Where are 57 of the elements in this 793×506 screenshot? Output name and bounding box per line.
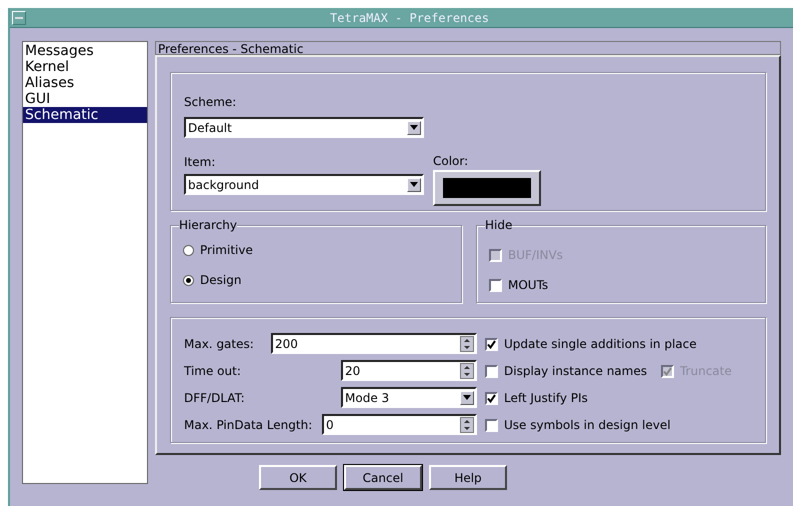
spin-icon bbox=[463, 418, 471, 430]
color-label: Color: bbox=[433, 153, 470, 166]
dialog-button[interactable]: Cancel bbox=[344, 465, 422, 490]
caret-icon bbox=[463, 395, 471, 400]
category-item[interactable]: Schematic bbox=[23, 107, 147, 123]
field-label: DFF/DLAT: bbox=[184, 390, 245, 406]
group-title: Hierarchy bbox=[179, 218, 238, 232]
mode-dropdown[interactable]: Mode 3 bbox=[341, 387, 477, 408]
spin-buttons[interactable] bbox=[460, 336, 474, 352]
spin-buttons[interactable] bbox=[460, 362, 474, 378]
checkmark-icon bbox=[662, 366, 672, 376]
category-item[interactable]: Aliases bbox=[23, 75, 147, 91]
category-item[interactable]: GUI bbox=[23, 91, 147, 107]
checkbox-label: Display instance names bbox=[504, 363, 647, 380]
dropdown-arrow-button[interactable] bbox=[460, 390, 474, 404]
checkmark-icon bbox=[487, 394, 496, 402]
dialog-button[interactable]: Help bbox=[429, 465, 507, 490]
radio-button[interactable] bbox=[183, 244, 194, 256]
checkbox-label: Left Justify PIs bbox=[504, 390, 588, 407]
panel-header: Preferences - Schematic bbox=[155, 41, 781, 55]
spin-icon bbox=[463, 338, 471, 350]
caret-icon bbox=[410, 125, 418, 130]
item-dropdown[interactable]: background bbox=[184, 174, 424, 195]
category-item[interactable]: Messages bbox=[23, 43, 147, 59]
category-item[interactable]: Kernel bbox=[23, 59, 147, 75]
checkbox-label: Use symbols in design level bbox=[504, 417, 671, 434]
radio-label: Design bbox=[200, 272, 242, 289]
spin-buttons[interactable] bbox=[460, 416, 474, 432]
field-label: Max. gates: bbox=[184, 336, 254, 352]
checkbox[interactable] bbox=[489, 278, 502, 292]
checkbox-label: Update single additions in place bbox=[504, 336, 697, 353]
field-label: Time out: bbox=[184, 362, 241, 380]
radio-button[interactable] bbox=[183, 274, 194, 286]
checkmark-icon bbox=[487, 340, 496, 348]
field-label: Max. PinData Length: bbox=[184, 416, 312, 434]
checkbox[interactable] bbox=[485, 364, 498, 378]
dialog-button[interactable]: OK bbox=[259, 465, 337, 490]
dropdown-arrow-button[interactable] bbox=[407, 120, 421, 134]
color-button[interactable] bbox=[433, 170, 541, 206]
number-field[interactable]: 200 bbox=[271, 333, 477, 354]
radio-label: Primitive bbox=[200, 242, 253, 259]
checkbox[interactable] bbox=[485, 418, 498, 432]
number-field[interactable]: 0 bbox=[322, 414, 477, 435]
checkbox[interactable] bbox=[485, 338, 498, 350]
window-title: TetraMAX - Preferences bbox=[329, 10, 490, 26]
window-menu-button[interactable] bbox=[12, 10, 26, 24]
spin-icon bbox=[463, 364, 471, 376]
scheme-label: Scheme: bbox=[184, 94, 238, 111]
scheme-dropdown[interactable]: Default bbox=[184, 117, 424, 138]
checkbox-label: MOUTs bbox=[508, 277, 548, 294]
dropdown-arrow-button[interactable] bbox=[407, 178, 421, 192]
checkbox[interactable] bbox=[485, 392, 498, 404]
caret-icon bbox=[410, 182, 418, 187]
group-title: Hide bbox=[485, 218, 512, 232]
minus-icon bbox=[15, 16, 23, 18]
item-label: Item: bbox=[184, 154, 216, 171]
number-field[interactable]: 20 bbox=[341, 360, 477, 381]
